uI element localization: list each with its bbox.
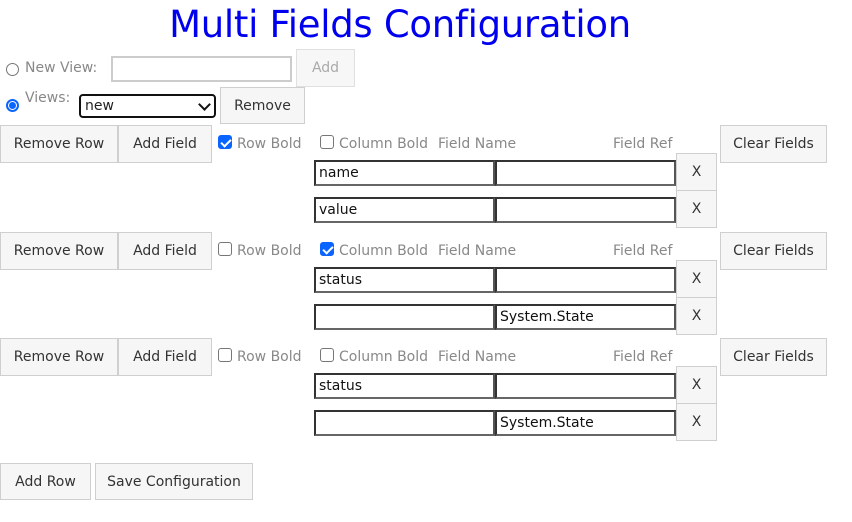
field-name-input[interactable] (314, 160, 495, 186)
row-bold-checkbox[interactable] (218, 348, 232, 362)
field-name-input[interactable] (314, 304, 495, 330)
add-view-button[interactable]: Add (296, 49, 355, 87)
add-field-button[interactable]: Add Field (118, 125, 212, 163)
views-label: Views: (25, 90, 71, 106)
row-bold-checkbox[interactable] (218, 135, 232, 149)
field-ref-input[interactable] (495, 410, 676, 436)
new-view-input[interactable] (111, 56, 292, 82)
column-bold-label: Column Bold (339, 349, 429, 365)
field-name-header: Field Name (438, 136, 517, 152)
row-bold-label: Row Bold (237, 243, 302, 259)
column-bold-label: Column Bold (339, 243, 429, 259)
clear-fields-button[interactable]: Clear Fields (720, 232, 827, 270)
save-configuration-button[interactable]: Save Configuration (95, 463, 253, 500)
field-name-header: Field Name (438, 243, 517, 259)
field-ref-input[interactable] (495, 160, 676, 186)
column-bold-checkbox[interactable] (320, 242, 334, 256)
chevron-down-icon (198, 98, 211, 111)
remove-field-button[interactable]: X (676, 366, 717, 404)
row-bold-label: Row Bold (237, 349, 302, 365)
views-select-value: new (85, 98, 114, 114)
page-title: Multi Fields Configuration (169, 3, 631, 46)
clear-fields-button[interactable]: Clear Fields (720, 338, 827, 376)
field-ref-header: Field Ref (613, 136, 673, 152)
field-name-input[interactable] (314, 410, 495, 436)
row-bold-label: Row Bold (237, 136, 302, 152)
column-bold-checkbox[interactable] (320, 348, 334, 362)
field-ref-input[interactable] (495, 267, 676, 293)
field-ref-header: Field Ref (613, 349, 673, 365)
field-name-input[interactable] (314, 267, 495, 293)
remove-view-button[interactable]: Remove (220, 87, 305, 124)
clear-fields-button[interactable]: Clear Fields (720, 125, 827, 163)
remove-field-button[interactable]: X (676, 190, 717, 228)
new-view-radio[interactable] (6, 63, 19, 76)
column-bold-checkbox[interactable] (320, 135, 334, 149)
field-ref-input[interactable] (495, 373, 676, 399)
field-ref-input[interactable] (495, 304, 676, 330)
remove-row-button[interactable]: Remove Row (0, 232, 118, 270)
views-radio[interactable] (6, 99, 19, 112)
add-field-button[interactable]: Add Field (118, 232, 212, 270)
add-field-button[interactable]: Add Field (118, 338, 212, 376)
row-bold-checkbox[interactable] (218, 242, 232, 256)
field-ref-input[interactable] (495, 197, 676, 223)
remove-field-button[interactable]: X (676, 297, 717, 335)
views-select[interactable]: new (79, 94, 216, 118)
field-name-input[interactable] (314, 197, 495, 223)
remove-row-button[interactable]: Remove Row (0, 125, 118, 163)
field-ref-header: Field Ref (613, 243, 673, 259)
remove-row-button[interactable]: Remove Row (0, 338, 118, 376)
add-row-button[interactable]: Add Row (0, 463, 91, 500)
remove-field-button[interactable]: X (676, 153, 717, 191)
field-name-header: Field Name (438, 349, 517, 365)
remove-field-button[interactable]: X (676, 403, 717, 441)
remove-field-button[interactable]: X (676, 260, 717, 298)
new-view-label: New View: (25, 60, 98, 76)
field-name-input[interactable] (314, 373, 495, 399)
column-bold-label: Column Bold (339, 136, 429, 152)
